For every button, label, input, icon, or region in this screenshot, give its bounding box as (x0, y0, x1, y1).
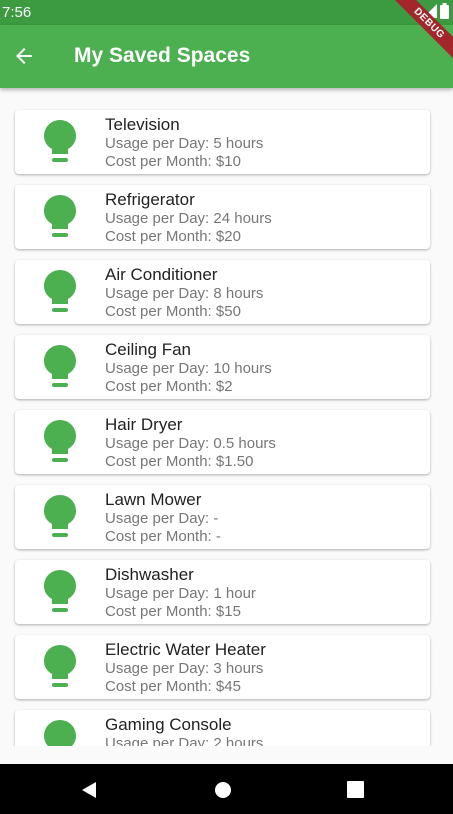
back-triangle-icon[interactable] (80, 781, 98, 799)
cost-per-month: Cost per Month: - (105, 528, 221, 545)
lightbulb-icon (43, 419, 77, 465)
usage-per-day: Usage per Day: - (105, 510, 219, 527)
usage-per-day: Usage per Day: 0.5 hours (105, 435, 276, 452)
cost-per-month: Cost per Month: $15 (105, 603, 241, 620)
usage-per-day: Usage per Day: 24 hours (105, 210, 272, 227)
usage-per-day: Usage per Day: 1 hour (105, 585, 256, 602)
arrow-back-icon[interactable] (12, 44, 36, 68)
status-bar: 7:56 (0, 0, 453, 25)
recents-square-icon[interactable] (347, 781, 364, 798)
cost-per-month: Cost per Month: $20 (105, 228, 241, 245)
lightbulb-icon (43, 119, 77, 165)
appliance-info: Dishwasher Usage per Day: 1 hour Cost per … (105, 565, 256, 621)
appliance-name: Hair Dryer (105, 415, 183, 434)
appliance-name: Ceiling Fan (105, 340, 191, 359)
appliance-name: Air Conditioner (105, 265, 218, 284)
battery-icon (440, 3, 449, 19)
home-circle-icon[interactable] (214, 781, 232, 799)
status-time: 7:56 (2, 4, 32, 21)
appliance-card[interactable]: Refrigerator Usage per Day: 24 hours Cost … (15, 185, 430, 249)
app-bar: My Saved Spaces (0, 25, 453, 88)
cost-per-month: Cost per Month: $10 (105, 153, 241, 170)
appliance-name: Gaming Console (105, 715, 232, 734)
usage-per-day: Usage per Day: 3 hours (105, 660, 264, 677)
cost-per-month: Cost per Month: $50 (105, 303, 241, 320)
appliance-name: Refrigerator (105, 190, 195, 209)
appliance-card[interactable]: Hair Dryer Usage per Day: 0.5 hours Cost p… (15, 410, 430, 474)
appliance-card[interactable]: Dishwasher Usage per Day: 1 hour Cost per … (15, 560, 430, 624)
appliance-name: Dishwasher (105, 565, 194, 584)
appliance-info: Lawn Mower Usage per Day: - Cost per Month… (105, 490, 221, 546)
navigation-bar (0, 764, 453, 814)
appliance-name: Electric Water Heater (105, 640, 266, 659)
usage-per-day: Usage per Day: 5 hours (105, 135, 264, 152)
appliance-info: Hair Dryer Usage per Day: 0.5 hours Cost p… (105, 415, 276, 471)
appliance-info: Ceiling Fan Usage per Day: 10 hours Cost p… (105, 340, 272, 396)
lightbulb-icon (43, 194, 77, 240)
appliance-info: Electric Water Heater Usage per Day: 3 ho… (105, 640, 266, 696)
appliance-info: Gaming Console Usage per Day: 2 hours (105, 715, 263, 746)
appliance-card[interactable]: Lawn Mower Usage per Day: - Cost per Month… (15, 485, 430, 549)
appliance-card[interactable]: Electric Water Heater Usage per Day: 3 ho… (15, 635, 430, 699)
lightbulb-icon (43, 494, 77, 540)
lightbulb-icon (43, 269, 77, 315)
appliance-card[interactable]: Gaming Console Usage per Day: 2 hours (15, 710, 430, 746)
appliance-list[interactable]: Television Usage per Day: 5 hours Cost per… (0, 88, 453, 746)
page-title: My Saved Spaces (74, 44, 251, 67)
lightbulb-icon (43, 719, 77, 746)
cost-per-month: Cost per Month: $1.50 (105, 453, 254, 470)
lightbulb-icon (43, 644, 77, 690)
appliance-info: Air Conditioner Usage per Day: 8 hours Cos… (105, 265, 263, 321)
cost-per-month: Cost per Month: $45 (105, 678, 241, 695)
appliance-card[interactable]: Television Usage per Day: 5 hours Cost per… (15, 110, 430, 174)
appliance-card[interactable]: Air Conditioner Usage per Day: 8 hours Cos… (15, 260, 430, 324)
lightbulb-icon (43, 569, 77, 615)
cost-per-month: Cost per Month: $2 (105, 378, 233, 395)
appliance-name: Television (105, 115, 180, 134)
appliance-info: Refrigerator Usage per Day: 24 hours Cost … (105, 190, 272, 246)
usage-per-day: Usage per Day: 10 hours (105, 360, 272, 377)
lightbulb-icon (43, 344, 77, 390)
appliance-card[interactable]: Ceiling Fan Usage per Day: 10 hours Cost p… (15, 335, 430, 399)
usage-per-day: Usage per Day: 2 hours (105, 735, 264, 746)
appliance-name: Lawn Mower (105, 490, 202, 509)
appliance-info: Television Usage per Day: 5 hours Cost per… (105, 115, 263, 171)
usage-per-day: Usage per Day: 8 hours (105, 285, 264, 302)
